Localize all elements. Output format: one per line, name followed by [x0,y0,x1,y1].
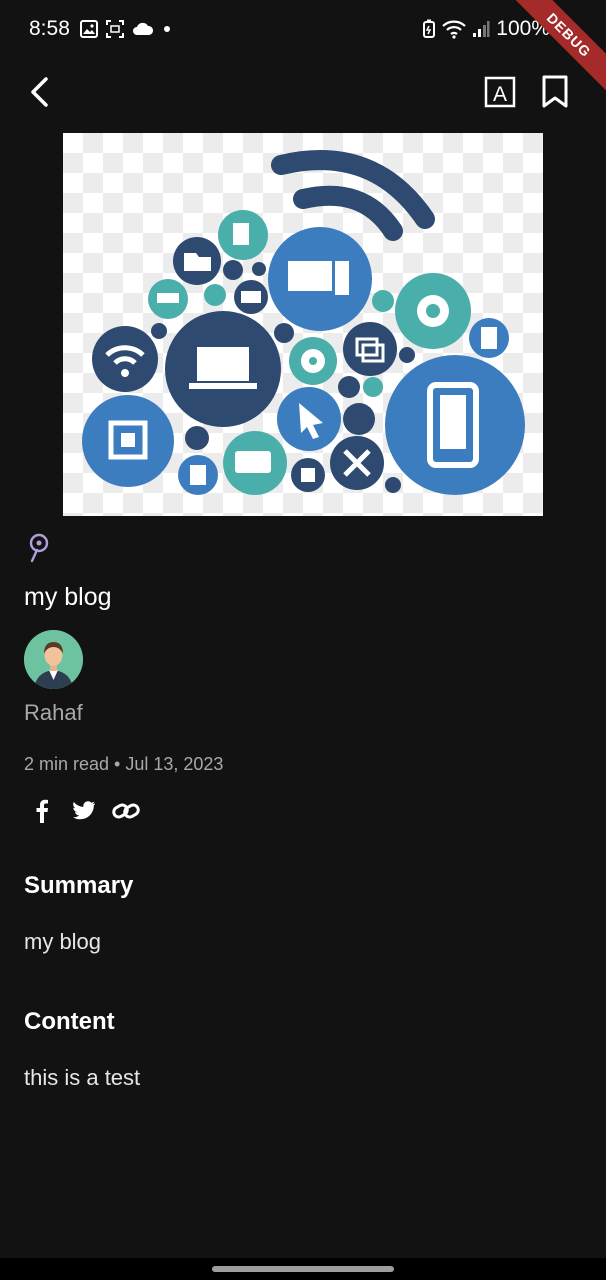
meta-separator: • [114,754,121,774]
status-time: 8:58 [29,17,70,40]
link-icon [112,803,140,819]
system-navigation-bar [0,1258,606,1280]
post-meta: 2 min read • Jul 13, 2023 [24,754,223,775]
bookmark-button[interactable] [535,72,575,112]
content-heading: Content [24,1008,115,1035]
share-twitter-button[interactable] [70,797,98,825]
twitter-icon [73,801,96,820]
status-notification-icons [80,20,172,38]
author-avatar[interactable] [24,630,83,689]
font-size-icon: A [484,76,516,108]
status-bar: 8:58 100% [0,0,606,60]
font-size-button[interactable]: A [480,72,520,112]
dot-icon [164,26,170,32]
summary-text: my blog [24,929,102,954]
tech-icons-illustration [82,150,525,495]
battery-saver-icon [423,19,436,38]
font-size-glyph: A [493,83,507,106]
facebook-icon [36,799,48,823]
gallery-icon [80,20,98,38]
screenshot-icon [106,20,124,38]
chevron-left-icon [31,77,48,107]
signal-icon [473,21,490,37]
publish-date: Jul 13, 2023 [125,754,224,774]
share-row [28,797,140,825]
wifi-icon [442,20,467,39]
post-cover-image [63,133,543,516]
back-button[interactable] [20,72,60,112]
summary-heading: Summary [24,872,134,899]
person-avatar-icon [24,630,83,689]
author-name[interactable]: Rahaf [24,700,83,726]
home-indicator[interactable] [212,1266,394,1272]
read-time: 2 min read [24,754,110,774]
share-facebook-button[interactable] [28,797,56,825]
cloud-icon [133,22,154,35]
content-text: this is a test [24,1065,141,1090]
copy-link-button[interactable] [112,797,140,825]
post-title: my blog [24,583,112,611]
app-bar: A [0,60,606,124]
podcast-icon [29,533,49,563]
bookmark-icon [542,75,568,108]
